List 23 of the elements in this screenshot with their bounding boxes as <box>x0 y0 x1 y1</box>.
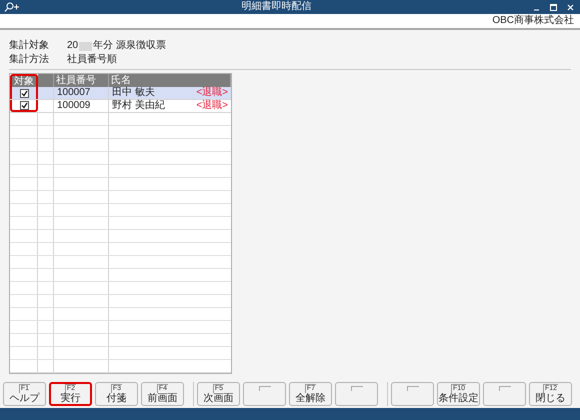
close-icon[interactable] <box>567 4 574 10</box>
table-cell: 田中 敏夫 <box>112 87 155 99</box>
search-add-icon[interactable] <box>4 2 20 12</box>
table-row[interactable]: 100009 野村 美由紀 <退職> <box>10 100 231 113</box>
column-header[interactable]: 社員番号 <box>54 74 109 87</box>
info-label: 集計対象 <box>9 40 50 52</box>
column-header[interactable]: 氏名 <box>109 74 231 87</box>
maximize-icon[interactable] <box>550 4 557 10</box>
status-tag: <退職> <box>196 100 228 112</box>
info-value: 社員番号順 <box>67 54 117 66</box>
checkbox[interactable] <box>20 100 28 110</box>
status-tag: <退職> <box>196 87 228 99</box>
window-title: 明細書即時配信 <box>240 1 312 13</box>
column-header[interactable]: 対象 <box>10 74 38 87</box>
company-name: OBC商事株式会社 <box>492 15 574 27</box>
table-cell: 100007 <box>57 87 90 99</box>
info-value: 20 <box>67 40 78 52</box>
info-label: 集計方法 <box>9 54 50 66</box>
table-cell: 野村 美由紀 <box>112 100 165 112</box>
info-value: 年分 源泉徴収票 <box>93 40 166 52</box>
table-row[interactable]: 100007 田中 敏夫 <退職> <box>10 87 231 100</box>
checkbox[interactable] <box>20 88 28 98</box>
table-cell: 100009 <box>57 100 90 112</box>
